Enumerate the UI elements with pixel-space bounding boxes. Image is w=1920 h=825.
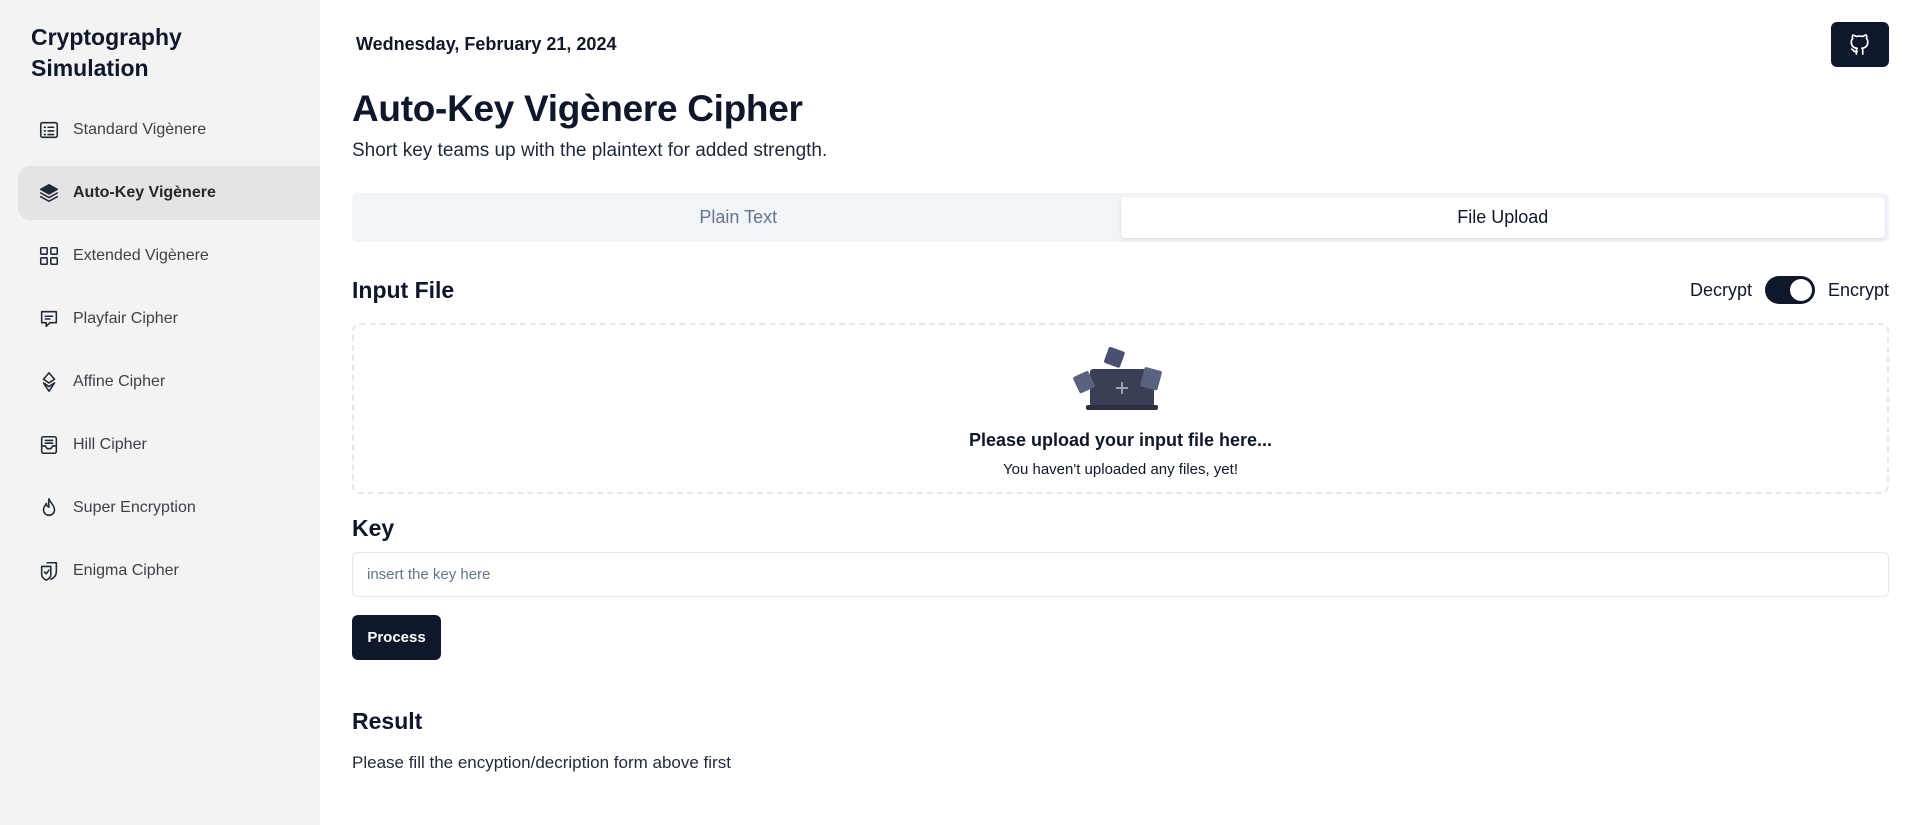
list-icon xyxy=(38,119,60,141)
tab-file-upload[interactable]: File Upload xyxy=(1120,197,1885,238)
sidebar-item-label: Hill Cipher xyxy=(73,436,147,453)
sidebar-item-label: Standard Vigènere xyxy=(73,121,207,138)
main-content: Wednesday, February 21, 2024 Auto-Key Vi… xyxy=(352,0,1889,825)
sidebar-item-label: Extended Vigènere xyxy=(73,247,209,264)
sidebar-item-extended-vigenere[interactable]: Extended Vigènere xyxy=(18,229,320,283)
mode-toggle: Decrypt Encrypt xyxy=(1690,276,1889,304)
page-title: Auto-Key Vigènere Cipher xyxy=(352,88,803,129)
file-dropzone[interactable]: Please upload your input file here... Yo… xyxy=(352,323,1889,494)
sidebar-item-affine-cipher[interactable]: Affine Cipher xyxy=(18,355,320,409)
input-mode-tabs: Plain Text File Upload xyxy=(352,193,1889,242)
input-file-label: Input File xyxy=(352,277,455,303)
message-icon xyxy=(38,308,60,330)
sidebar-item-standard-vigenere[interactable]: Standard Vigènere xyxy=(18,103,320,157)
key-input[interactable] xyxy=(352,552,1889,597)
sidebar: Cryptography Simulation Standard Vigèner… xyxy=(0,0,320,825)
page-subtitle: Short key teams up with the plaintext fo… xyxy=(352,140,828,161)
sidebar-item-enigma-cipher[interactable]: Enigma Cipher xyxy=(18,544,320,598)
diamond-icon xyxy=(38,371,60,393)
github-icon xyxy=(1850,33,1869,55)
upload-illustration-icon xyxy=(1073,347,1162,410)
sidebar-item-auto-key-vigenere[interactable]: Auto-Key Vigènere xyxy=(18,166,320,220)
key-label: Key xyxy=(352,515,395,541)
sidebar-item-label: Affine Cipher xyxy=(73,373,166,390)
shield-icon xyxy=(38,560,60,582)
result-label: Result xyxy=(352,708,423,734)
switch-knob xyxy=(1789,279,1812,301)
sidebar-nav: Standard Vigènere Auto-Key Vigènere Exte… xyxy=(18,103,320,607)
encrypt-label: Encrypt xyxy=(1827,279,1889,300)
sidebar-item-label: Playfair Cipher xyxy=(73,310,178,327)
sidebar-item-playfair-cipher[interactable]: Playfair Cipher xyxy=(18,292,320,346)
inbox-icon xyxy=(38,434,60,456)
sidebar-item-label: Enigma Cipher xyxy=(73,562,179,579)
process-button[interactable]: Process xyxy=(352,615,441,660)
app-title: Cryptography Simulation xyxy=(31,24,182,81)
tab-plain-text[interactable]: Plain Text xyxy=(356,197,1121,238)
github-button[interactable] xyxy=(1831,22,1889,67)
sidebar-item-label: Auto-Key Vigènere xyxy=(73,184,216,201)
dropzone-subtitle: You haven't uploaded any files, yet! xyxy=(1003,461,1238,478)
dropzone-title: Please upload your input file here... xyxy=(968,430,1273,450)
sidebar-item-label: Super Encryption xyxy=(73,499,196,516)
sidebar-item-hill-cipher[interactable]: Hill Cipher xyxy=(18,418,320,472)
encrypt-decrypt-switch[interactable] xyxy=(1764,276,1815,304)
decrypt-label: Decrypt xyxy=(1689,279,1752,300)
sidebar-item-super-encryption[interactable]: Super Encryption xyxy=(18,481,320,535)
grid-icon xyxy=(38,245,60,267)
result-text: Please fill the encyption/decription for… xyxy=(352,753,731,772)
layers-icon xyxy=(38,182,60,204)
flame-icon xyxy=(38,497,60,519)
current-date: Wednesday, February 21, 2024 xyxy=(356,34,617,54)
